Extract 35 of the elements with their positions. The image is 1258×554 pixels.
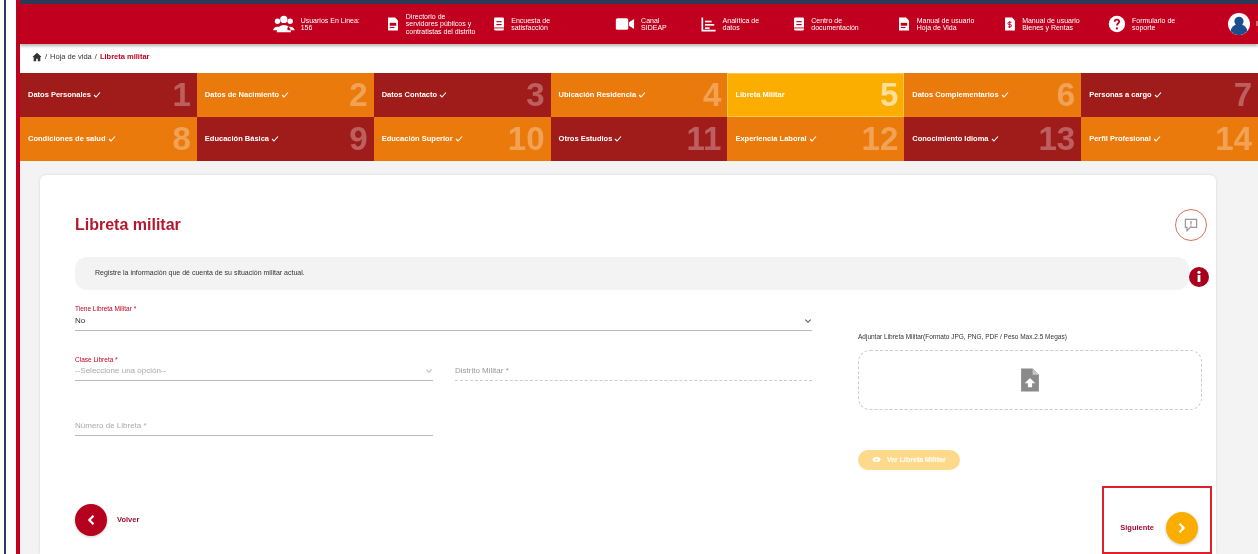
user-avatar-icon: [1228, 12, 1251, 35]
check-icon: [454, 134, 463, 143]
check-icon: [990, 134, 999, 143]
help-icon: [1108, 14, 1126, 33]
chevron-down-icon: [804, 316, 812, 325]
help-message-button[interactable]: [1175, 208, 1207, 241]
money-document-icon: [1002, 16, 1017, 31]
check-icon: [1153, 90, 1162, 99]
check-icon: [281, 90, 290, 99]
check-icon: [107, 134, 116, 143]
check-icon: [439, 90, 448, 99]
message-alert-icon: [1183, 216, 1199, 233]
check-icon: [1152, 134, 1161, 143]
file-dropzone[interactable]: [858, 349, 1202, 410]
book-icon: [491, 16, 506, 31]
check-icon: [614, 134, 623, 143]
eye-icon: [872, 456, 881, 464]
check-icon: [1000, 90, 1009, 99]
book-icon: [791, 16, 806, 31]
next-button[interactable]: [1166, 512, 1198, 544]
back-button[interactable]: [75, 504, 107, 536]
input-field: Distrito Militar *: [455, 364, 812, 382]
home-icon[interactable]: [32, 51, 42, 62]
check-icon: [808, 134, 817, 143]
chevron-left-icon: [86, 514, 96, 526]
check-icon: [638, 90, 647, 99]
file-upload-icon: [1019, 366, 1041, 393]
page-title: Libreta militar: [75, 215, 181, 235]
chevron-down-icon: [425, 367, 433, 376]
document-icon: [386, 16, 400, 31]
check-icon: [271, 134, 280, 143]
check-icon: [92, 90, 101, 99]
document-icon: [897, 16, 911, 31]
bar-chart-icon: [700, 15, 717, 32]
chevron-right-icon: [1177, 522, 1187, 534]
